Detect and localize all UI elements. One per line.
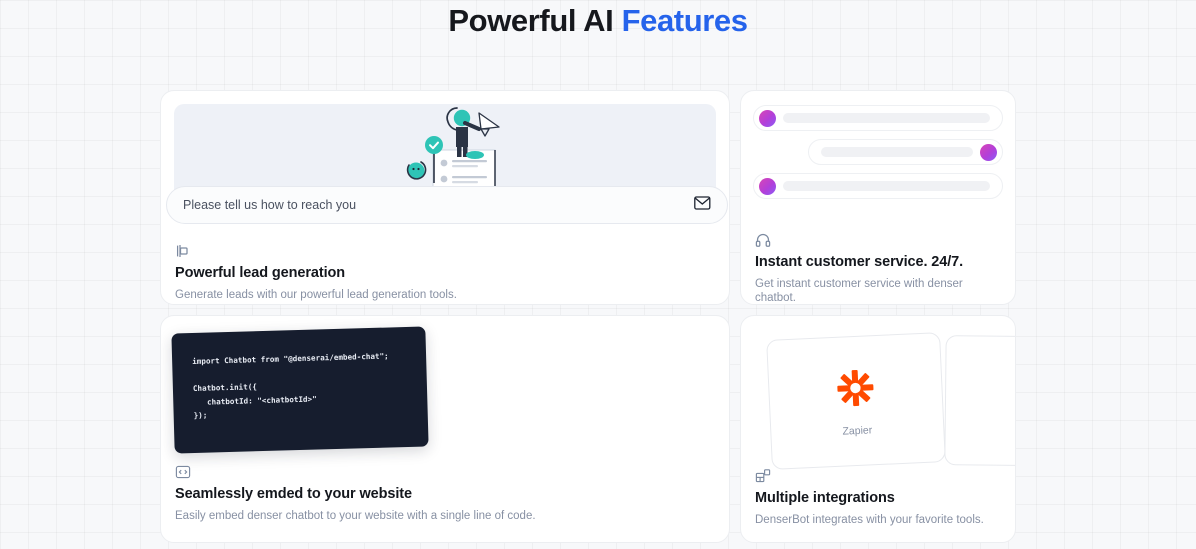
code-snippet-block: import Chatbot from "@denserai/embed-cha…: [171, 326, 429, 454]
customer-service-footer: Instant customer service. 24/7. Get inst…: [755, 232, 1001, 304]
code-icon: [175, 464, 715, 480]
message-placeholder-bar: [783, 113, 990, 123]
email-input-row[interactable]: Please tell us how to reach you: [166, 186, 728, 224]
integration-card-slack[interactable]: Slack: [944, 335, 1015, 467]
envelope-icon[interactable]: [694, 195, 711, 215]
message-placeholder-bar: [783, 181, 990, 191]
lead-generation-footer: Powerful lead generation Generate leads …: [175, 243, 715, 302]
lead-generation-description: Generate leads with our powerful lead ge…: [175, 289, 457, 301]
card-embed-website: import Chatbot from "@denserai/embed-cha…: [160, 315, 730, 543]
customer-service-description: Get instant customer service with denser…: [755, 278, 963, 304]
page-title-main: Powerful AI: [448, 3, 622, 38]
integration-logos: Zapier: [755, 324, 1015, 470]
integrations-footer: Multiple integrations DenserBot integrat…: [755, 468, 1001, 527]
blocks-icon: [755, 468, 1001, 484]
lead-generation-icon: [175, 243, 715, 259]
avatar: [759, 109, 776, 127]
slack-logo-icon: [1012, 365, 1015, 411]
chat-row: [753, 173, 1003, 199]
message-placeholder-bar: [821, 147, 973, 157]
integrations-title: Multiple integrations: [755, 490, 895, 506]
code-snippet-text: import Chatbot from "@denserai/embed-cha…: [192, 351, 389, 420]
zapier-logo-icon: [834, 364, 876, 412]
embed-title: Seamlessly emded to your website: [175, 486, 412, 502]
page-title-accent: Features: [621, 3, 748, 38]
integrations-description: DenserBot integrates with your favorite …: [755, 514, 984, 526]
avatar: [759, 177, 776, 195]
email-input-placeholder: Please tell us how to reach you: [183, 198, 357, 212]
avatar: [980, 143, 997, 161]
chat-row: [808, 139, 1003, 165]
customer-service-title: Instant customer service. 24/7.: [755, 254, 964, 270]
features-page: Powerful AI Features Please tell us how …: [0, 0, 1196, 549]
headphones-icon: [755, 232, 1001, 248]
integration-card-zapier[interactable]: Zapier: [766, 332, 946, 470]
chat-preview: [753, 105, 1003, 207]
page-title: Powerful AI Features: [0, 0, 1196, 40]
features-grid: Please tell us how to reach you Powerful…: [160, 90, 1016, 543]
embed-description: Easily embed denser chatbot to your webs…: [175, 510, 536, 522]
card-integrations: Zapier Multiple integrations DenserBot i…: [740, 315, 1016, 543]
lead-generation-title: Powerful lead generation: [175, 265, 346, 281]
card-customer-service: Instant customer service. 24/7. Get inst…: [740, 90, 1016, 305]
embed-footer: Seamlessly emded to your website Easily …: [175, 464, 715, 523]
chat-row: [753, 105, 1003, 131]
integration-label: Zapier: [842, 424, 873, 438]
card-lead-generation: Please tell us how to reach you Powerful…: [160, 90, 730, 305]
